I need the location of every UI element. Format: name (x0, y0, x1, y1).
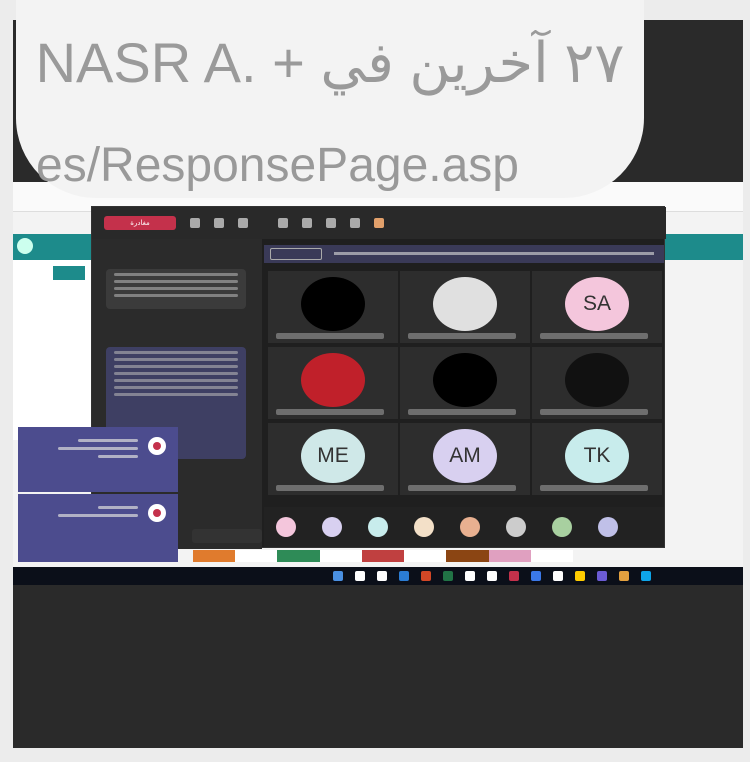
participants-icon[interactable] (374, 218, 384, 228)
page-url: es/ResponsePage.asp (36, 139, 519, 192)
title-overlay: NASR A. + ٢٧ آخرين في es/ResponsePage.as… (16, 0, 644, 198)
avatar[interactable] (506, 517, 526, 537)
avatar (565, 353, 629, 407)
avatar (301, 353, 365, 407)
participant-strip (264, 507, 664, 547)
taskbar-app-icon[interactable] (487, 571, 497, 581)
avatar[interactable] (17, 238, 33, 254)
avatar: ME (301, 429, 365, 483)
taskbar-app-icon[interactable] (443, 571, 453, 581)
avatar[interactable] (322, 517, 342, 537)
avatar (148, 504, 166, 522)
taskbar-app-icon[interactable] (333, 571, 343, 581)
participant-name (540, 333, 648, 339)
participant-name (408, 333, 516, 339)
taskbar-app-icon[interactable] (421, 571, 431, 581)
avatar[interactable] (414, 517, 434, 537)
camera-icon[interactable] (238, 218, 248, 228)
tab-active[interactable] (53, 266, 85, 280)
avatar[interactable] (552, 517, 572, 537)
taskbar-app-icon[interactable] (377, 571, 387, 581)
taskbar-app-icon[interactable] (641, 571, 651, 581)
meeting-title: NASR A. + ٢٧ آخرين في (35, 31, 625, 94)
participant-tile[interactable]: SA (532, 271, 662, 343)
participant-name (276, 409, 384, 415)
taskbar (13, 567, 743, 585)
avatar (433, 277, 497, 331)
avatar[interactable] (460, 517, 480, 537)
participant-name (276, 333, 384, 339)
raise-hand-icon[interactable] (326, 218, 336, 228)
participant-tile[interactable]: TK (532, 423, 662, 495)
participant-name (408, 409, 516, 415)
chat-icon[interactable] (350, 218, 360, 228)
chat-input[interactable] (192, 529, 262, 543)
page-color-strip (193, 550, 573, 562)
taskbar-app-icon[interactable] (597, 571, 607, 581)
participant-tile[interactable] (268, 347, 398, 419)
participant-name (408, 485, 516, 491)
participant-tile[interactable] (532, 347, 662, 419)
avatar (433, 353, 497, 407)
taskbar-app-icon[interactable] (399, 571, 409, 581)
participant-tile[interactable]: ME (268, 423, 398, 495)
meeting-toolbar: مغادرة (92, 207, 666, 239)
taskbar-app-icon[interactable] (575, 571, 585, 581)
participant-tile[interactable]: AM (400, 423, 530, 495)
taskbar-app-icon[interactable] (465, 571, 475, 581)
chat-message (106, 269, 246, 309)
participant-name (276, 485, 384, 491)
participant-tile[interactable] (400, 347, 530, 419)
taskbar-app-icon[interactable] (509, 571, 519, 581)
taskbar-app-icon[interactable] (553, 571, 563, 581)
avatar (301, 277, 365, 331)
shared-screen: مغادرة SA TK AM ME (13, 182, 743, 585)
avatar[interactable] (368, 517, 388, 537)
banner-button[interactable] (270, 248, 322, 260)
notification-card[interactable] (18, 427, 178, 492)
participant-name (540, 409, 648, 415)
avatar[interactable] (276, 517, 296, 537)
notification-card[interactable] (18, 494, 178, 562)
taskbar-app-icon[interactable] (531, 571, 541, 581)
leave-button[interactable]: مغادرة (104, 216, 176, 230)
avatar (148, 437, 166, 455)
reactions-icon[interactable] (302, 218, 312, 228)
taskbar-app-icon[interactable] (355, 571, 365, 581)
avatar: AM (433, 429, 497, 483)
more-icon[interactable] (278, 218, 288, 228)
share-icon[interactable] (190, 218, 200, 228)
left-panel (13, 260, 91, 440)
participant-name (540, 485, 648, 491)
avatar[interactable] (598, 517, 618, 537)
meeting-banner (264, 245, 664, 263)
avatar: SA (565, 277, 629, 331)
participant-tile[interactable] (268, 271, 398, 343)
taskbar-app-icon[interactable] (619, 571, 629, 581)
avatar: TK (565, 429, 629, 483)
participant-tile[interactable] (400, 271, 530, 343)
mic-icon[interactable] (214, 218, 224, 228)
